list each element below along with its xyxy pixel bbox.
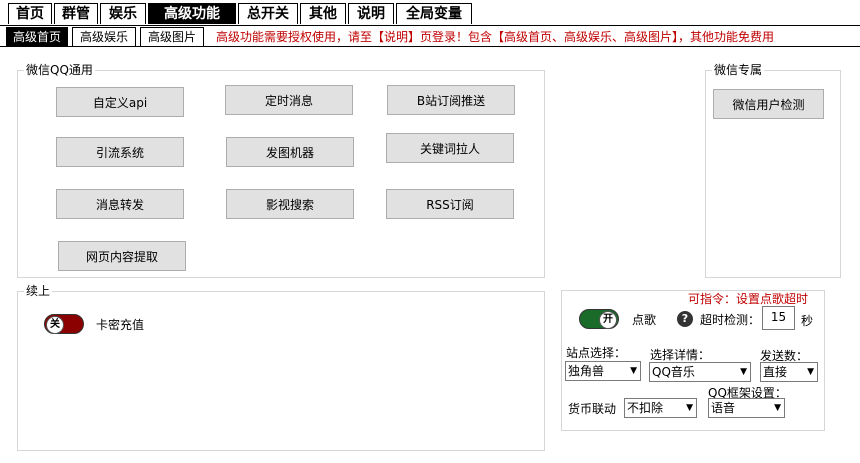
chevron-down-icon: ▼ [774,403,781,413]
coin-link-label: 货币联动 [568,402,617,416]
wechat-only-group-title: 微信专属 [712,63,765,77]
bilibili-subscribe-button[interactable]: B站订阅推送 [387,85,515,115]
tab-home[interactable]: 首页 [8,3,52,24]
help-icon[interactable]: ? [677,311,693,327]
tab-advanced[interactable]: 高级功能 [148,3,236,24]
timeout-unit: 秒 [801,314,814,328]
custom-api-button[interactable]: 自定义api [56,87,184,117]
detail-select-value: QQ音乐 [652,365,695,379]
chevron-down-icon: ▼ [686,403,693,413]
chevron-down-icon: ▼ [630,366,637,376]
detail-select[interactable]: QQ音乐 ▼ [649,362,751,382]
keyword-invite-button[interactable]: 关键词拉人 [386,133,514,163]
tab-global-vars[interactable]: 全局变量 [396,3,472,24]
toggle-on-knob: 开 [599,311,617,329]
web-extract-button[interactable]: 网页内容提取 [58,241,186,271]
license-notice: 高级功能需要授权使用，请至【说明】页登录！包含【高级首页、高级娱乐、高级图片】，… [216,30,775,44]
site-select-label: 站点选择： [566,346,627,360]
chevron-down-icon: ▼ [807,367,814,377]
tab-master-switch[interactable]: 总开关 [238,3,298,24]
detail-select-label: 选择详情： [650,348,711,362]
message-forward-button[interactable]: 消息转发 [56,189,184,219]
tab-instructions[interactable]: 说明 [348,3,394,24]
coin-link-select[interactable]: 不扣除 ▼ [624,398,697,418]
music-label: 点歌 [632,313,657,327]
timeout-label: 超时检测： [700,313,761,327]
music-command-hint: 可指令：设置点歌超时 [688,292,809,306]
continue-group-title: 续上 [24,284,53,298]
site-select[interactable]: 独角兽 ▼ [565,361,641,381]
scheduled-message-button[interactable]: 定时消息 [225,85,353,115]
tab-entertainment[interactable]: 娱乐 [100,3,146,24]
chevron-down-icon: ▼ [740,367,747,377]
qq-frame-value: 语音 [711,401,736,415]
tab-group-admin[interactable]: 群管 [54,3,98,24]
send-count-value: 直接 [763,365,788,379]
subtab-advanced-images[interactable]: 高级图片 [140,27,204,46]
traffic-system-button[interactable]: 引流系统 [56,137,184,167]
image-bot-button[interactable]: 发图机器 [226,137,354,167]
qq-frame-select[interactable]: 语音 ▼ [708,398,785,418]
timeout-input[interactable]: 15 [762,306,795,330]
card-recharge-label: 卡密充值 [96,318,145,332]
wechat-user-check-button[interactable]: 微信用户检测 [713,89,824,119]
tab-other[interactable]: 其他 [300,3,346,24]
rss-subscribe-button[interactable]: RSS订阅 [386,189,514,219]
site-select-value: 独角兽 [568,364,605,378]
subtab-advanced-home[interactable]: 高级首页 [6,27,68,46]
coin-link-value: 不扣除 [627,401,664,415]
send-count-select[interactable]: 直接 ▼ [760,362,818,382]
music-toggle[interactable]: 开 [579,309,619,329]
continue-group: 续上 [17,284,545,451]
subtab-advanced-entertainment[interactable]: 高级娱乐 [72,27,136,46]
card-recharge-toggle[interactable]: 关 [44,314,84,334]
toggle-off-knob: 关 [46,316,64,334]
main-tab-bar: 首页 群管 娱乐 高级功能 总开关 其他 说明 全局变量 [0,0,860,26]
video-search-button[interactable]: 影视搜索 [226,189,354,219]
wechat-qq-group-title: 微信QQ通用 [24,63,95,77]
